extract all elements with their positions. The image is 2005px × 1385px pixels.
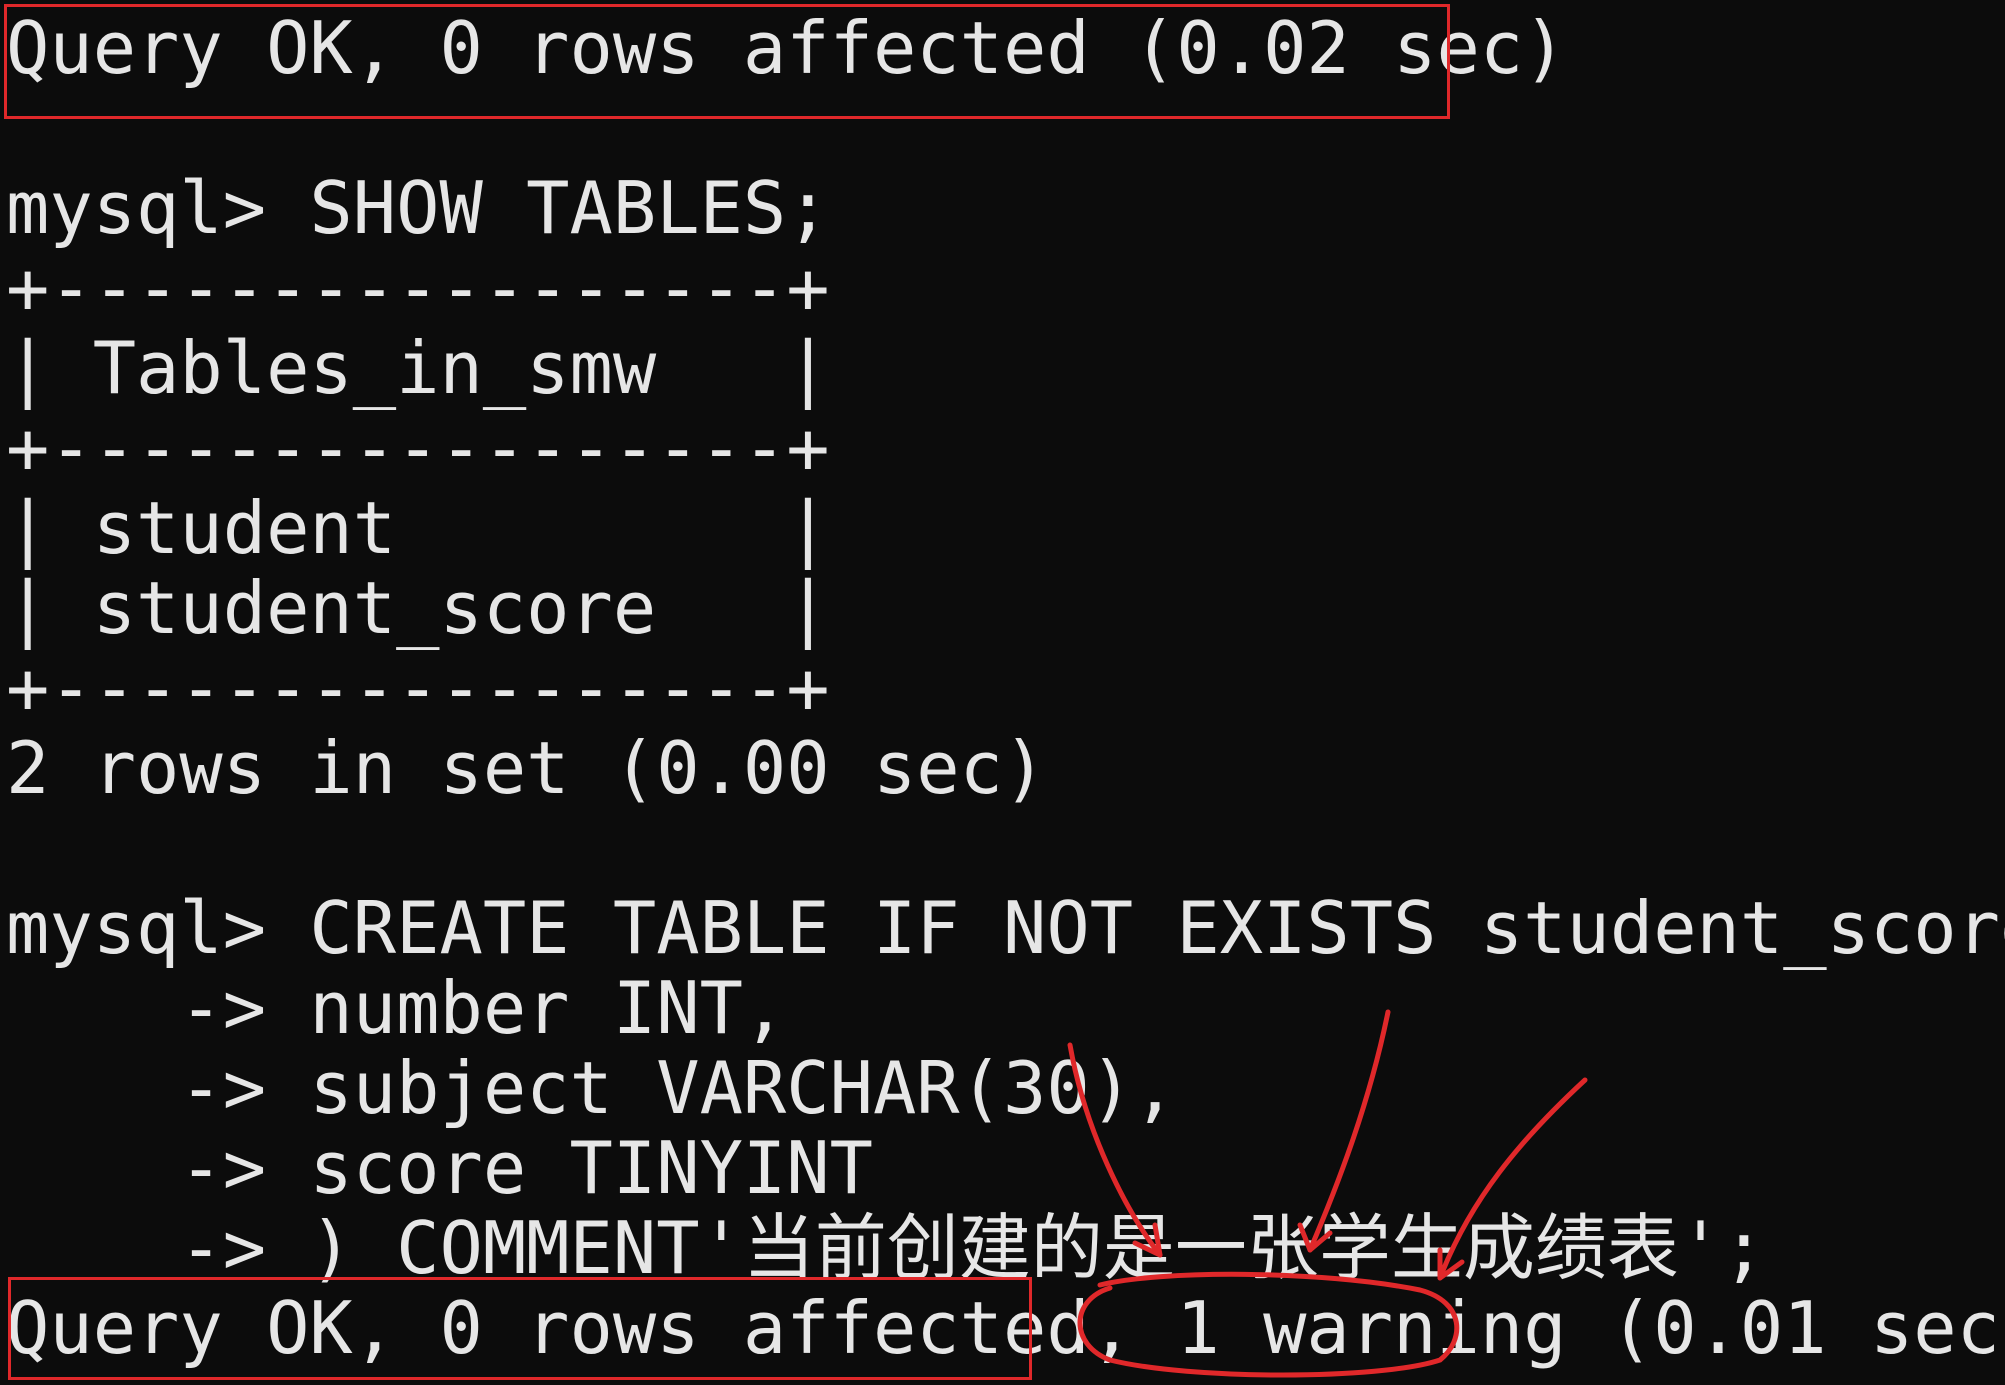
prompt-show-tables: mysql> SHOW TABLES; <box>6 166 830 250</box>
highlight-box-bottom-result <box>8 1277 1032 1380</box>
prompt-create-table: mysql> CREATE TABLE IF NOT EXISTS studen… <box>6 886 2005 970</box>
continuation-line: -> subject VARCHAR(30), <box>6 1046 1177 1130</box>
terminal-window[interactable]: Query OK, 0 rows affected (0.02 sec) mys… <box>0 0 2005 1385</box>
table-header-row: | Tables_in_smw | <box>6 326 830 410</box>
table-border-mid: +-----------------+ <box>6 406 830 490</box>
continuation-line: -> score TINYINT <box>6 1126 873 1210</box>
rows-in-set-line: 2 rows in set (0.00 sec) <box>6 726 1047 810</box>
table-border-top: +-----------------+ <box>6 246 830 330</box>
continuation-line: -> number INT, <box>6 966 787 1050</box>
table-row: | student | <box>6 486 830 570</box>
continuation-line-comment: -> ) COMMENT'当前创建的是一张学生成绩表'; <box>6 1206 1766 1290</box>
table-border-bottom: +-----------------+ <box>6 646 830 730</box>
highlight-box-top-result <box>4 4 1450 119</box>
table-row: | student_score | <box>6 566 830 650</box>
